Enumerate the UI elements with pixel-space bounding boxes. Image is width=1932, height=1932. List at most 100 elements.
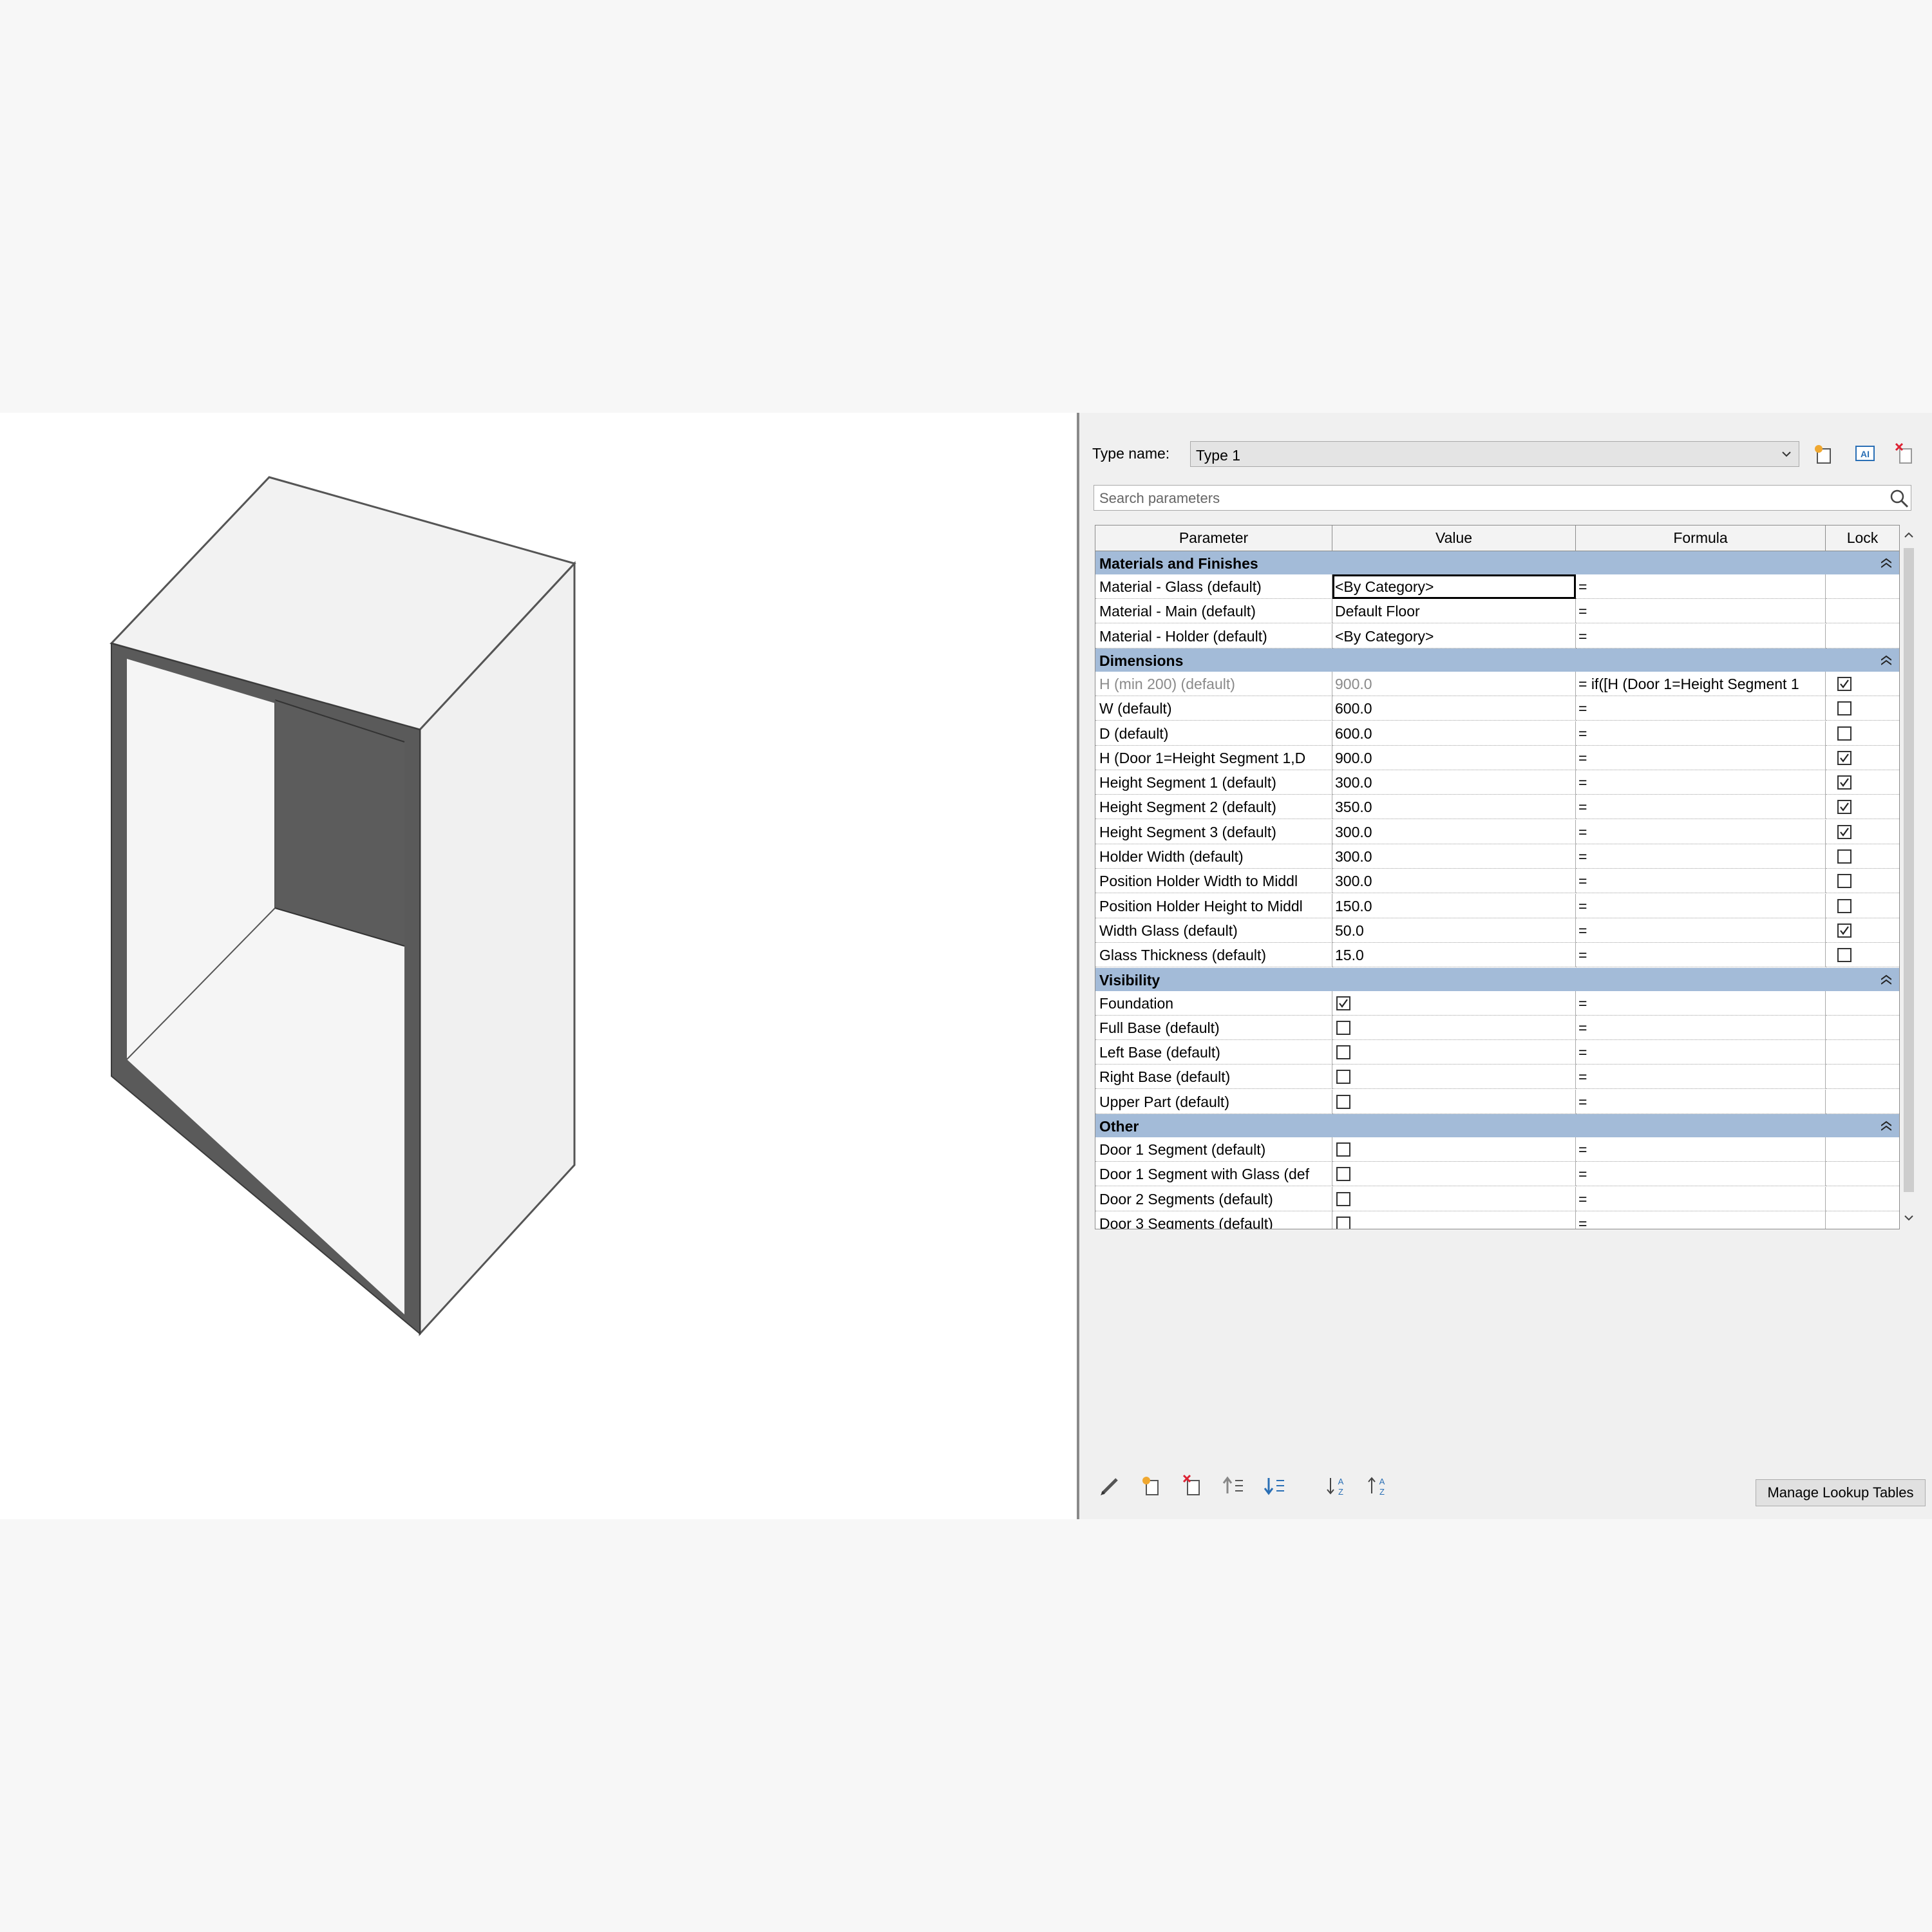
collapse-chevron-icon[interactable] — [1881, 974, 1891, 986]
lock-cell[interactable] — [1826, 746, 1899, 770]
parameter-name[interactable]: Glass Thickness (default) — [1095, 943, 1332, 968]
parameter-name[interactable]: Position Holder Width to Middl — [1095, 869, 1332, 894]
parameter-name[interactable]: Foundation — [1095, 990, 1332, 1016]
collapse-chevron-icon[interactable] — [1881, 1121, 1891, 1132]
checkbox[interactable] — [1336, 1167, 1350, 1182]
lock-cell[interactable] — [1826, 1016, 1899, 1040]
value-cell[interactable]: 50.0 — [1332, 918, 1576, 943]
move-up-icon[interactable] — [1221, 1473, 1247, 1499]
value-cell[interactable]: 300.0 — [1332, 819, 1576, 844]
lock-cell[interactable] — [1826, 770, 1899, 795]
formula-cell[interactable]: = — [1576, 990, 1826, 1016]
lock-cell[interactable] — [1826, 991, 1899, 1016]
formula-cell[interactable]: = — [1576, 844, 1826, 869]
checkbox[interactable] — [1837, 849, 1852, 864]
formula-cell[interactable]: = — [1576, 1089, 1826, 1114]
checkbox[interactable] — [1837, 800, 1852, 815]
lock-cell[interactable] — [1826, 918, 1899, 943]
lock-cell[interactable] — [1826, 1040, 1899, 1065]
checkbox[interactable] — [1336, 1142, 1350, 1157]
parameter-name[interactable]: Height Segment 3 (default) — [1095, 819, 1332, 844]
search-icon[interactable] — [1888, 487, 1911, 510]
formula-cell[interactable]: = — [1576, 943, 1826, 968]
formula-cell[interactable]: = — [1576, 721, 1826, 746]
3d-viewport[interactable] — [0, 413, 1077, 1519]
column-header-lock[interactable]: Lock — [1826, 526, 1899, 551]
value-cell[interactable]: 900.0 — [1332, 745, 1576, 770]
parameter-name[interactable]: Width Glass (default) — [1095, 918, 1332, 943]
formula-cell[interactable]: = — [1576, 599, 1826, 624]
checkbox[interactable] — [1336, 1094, 1350, 1109]
vertical-scrollbar[interactable] — [1901, 525, 1917, 1228]
lock-cell[interactable] — [1826, 1211, 1899, 1229]
formula-cell[interactable]: = — [1576, 574, 1826, 599]
formula-cell[interactable]: = — [1576, 1040, 1826, 1065]
formula-cell[interactable]: = — [1576, 1186, 1826, 1211]
value-cell[interactable] — [1332, 1040, 1576, 1065]
column-header-formula[interactable]: Formula — [1576, 526, 1826, 551]
lock-cell[interactable] — [1826, 1090, 1899, 1114]
delete-parameter-icon[interactable] — [1180, 1473, 1206, 1499]
search-input[interactable] — [1098, 488, 1873, 509]
lock-cell[interactable] — [1826, 869, 1899, 894]
value-cell[interactable] — [1332, 1089, 1576, 1114]
value-cell[interactable]: 15.0 — [1332, 943, 1576, 968]
lock-cell[interactable] — [1826, 696, 1899, 721]
formula-cell[interactable]: = — [1576, 819, 1826, 844]
value-cell[interactable]: <By Category> — [1332, 623, 1576, 649]
sort-descending-icon[interactable]: A Z — [1365, 1473, 1391, 1499]
lock-cell[interactable] — [1826, 1162, 1899, 1187]
value-cell[interactable]: 900.0 — [1332, 671, 1576, 696]
group-header-dimensions[interactable]: Dimensions — [1095, 648, 1899, 672]
formula-cell[interactable]: = — [1576, 918, 1826, 943]
parameter-name[interactable]: Door 1 Segment (default) — [1095, 1137, 1332, 1162]
lock-cell[interactable] — [1826, 795, 1899, 820]
lock-cell[interactable] — [1826, 1137, 1899, 1162]
checkbox[interactable] — [1837, 824, 1852, 839]
column-header-value[interactable]: Value — [1332, 526, 1576, 551]
checkbox[interactable] — [1336, 1191, 1350, 1206]
pencil-icon[interactable] — [1097, 1473, 1123, 1499]
value-cell[interactable] — [1332, 990, 1576, 1016]
collapse-chevron-icon[interactable] — [1881, 655, 1891, 667]
type-name-dropdown[interactable]: Type 1 — [1190, 441, 1799, 467]
manage-lookup-tables-button[interactable]: Manage Lookup Tables — [1756, 1479, 1926, 1506]
checkbox[interactable] — [1837, 948, 1852, 963]
lock-cell[interactable] — [1826, 844, 1899, 869]
value-cell[interactable]: 150.0 — [1332, 893, 1576, 918]
value-cell[interactable] — [1332, 1186, 1576, 1211]
value-cell[interactable] — [1332, 1015, 1576, 1040]
formula-cell[interactable]: = — [1576, 696, 1826, 721]
parameter-name[interactable]: Right Base (default) — [1095, 1065, 1332, 1090]
parameter-name[interactable]: W (default) — [1095, 696, 1332, 721]
formula-cell[interactable]: = — [1576, 770, 1826, 795]
formula-cell[interactable]: = — [1576, 893, 1826, 918]
value-cell[interactable]: <By Category> — [1332, 574, 1576, 599]
parameter-name[interactable]: Height Segment 1 (default) — [1095, 770, 1332, 795]
parameter-name[interactable]: H (Door 1=Height Segment 1,D — [1095, 745, 1332, 770]
checkbox[interactable] — [1837, 923, 1852, 938]
formula-cell[interactable]: = — [1576, 1137, 1826, 1162]
checkbox[interactable] — [1336, 1045, 1350, 1060]
parameter-name[interactable]: Holder Width (default) — [1095, 844, 1332, 869]
parameter-name[interactable]: Material - Main (default) — [1095, 599, 1332, 624]
formula-cell[interactable]: = — [1576, 869, 1826, 894]
parameter-name[interactable]: Door 2 Segments (default) — [1095, 1186, 1332, 1211]
lock-cell[interactable] — [1826, 820, 1899, 844]
parameter-name[interactable]: Left Base (default) — [1095, 1040, 1332, 1065]
checkbox[interactable] — [1336, 1070, 1350, 1084]
checkbox[interactable] — [1837, 898, 1852, 913]
formula-cell[interactable]: = — [1576, 1211, 1826, 1229]
formula-cell[interactable]: = — [1576, 795, 1826, 820]
value-cell[interactable]: 350.0 — [1332, 795, 1576, 820]
checkbox[interactable] — [1837, 726, 1852, 741]
parameter-name[interactable]: Material - Glass (default) — [1095, 574, 1332, 599]
scroll-down-arrow-icon[interactable] — [1901, 1210, 1917, 1226]
formula-cell[interactable]: = — [1576, 1065, 1826, 1090]
parameter-name[interactable]: H (min 200) (default) — [1095, 671, 1332, 696]
search-box[interactable] — [1094, 485, 1911, 511]
value-cell[interactable]: 300.0 — [1332, 770, 1576, 795]
checkbox[interactable] — [1837, 750, 1852, 765]
value-cell[interactable] — [1332, 1211, 1576, 1229]
value-cell[interactable]: Default Floor — [1332, 599, 1576, 624]
